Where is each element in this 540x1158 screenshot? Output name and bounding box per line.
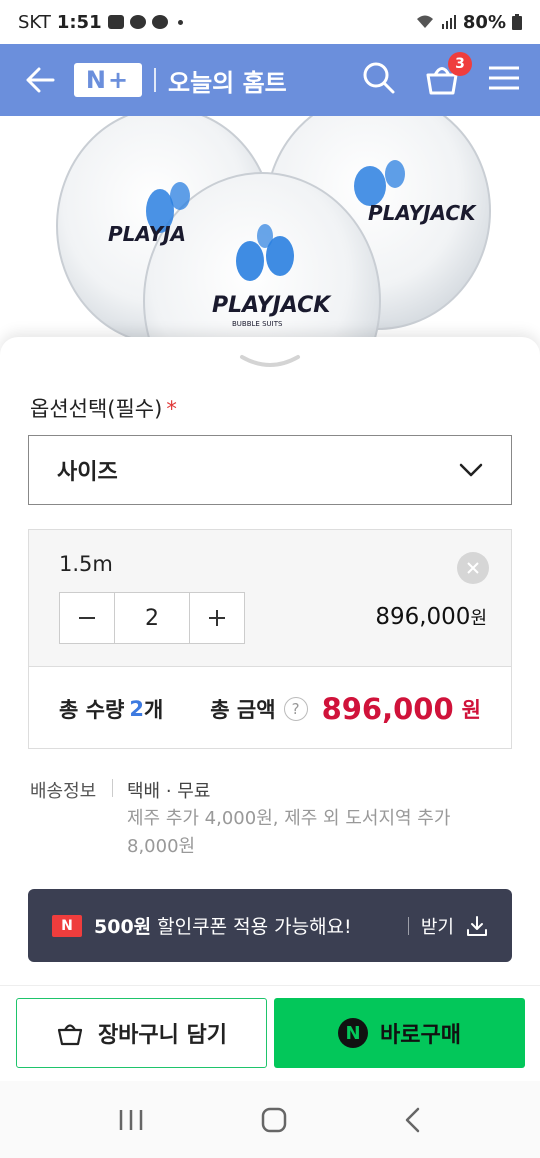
- app-header: N+ 오늘의 홈트 3: [0, 44, 540, 116]
- carrier-label: SKT: [18, 11, 51, 33]
- total-amount-label: 총 금액: [210, 697, 276, 722]
- app-notification-icon: [151, 15, 168, 29]
- size-select-value: 사이즈: [57, 460, 118, 485]
- cart-count-badge: 3: [448, 52, 472, 76]
- shipping-extra-fee: 제주 추가 4,000원, 제주 외 도서지역 추가 8,000원: [127, 808, 451, 857]
- store-title[interactable]: 오늘의 홈트: [168, 63, 287, 98]
- system-nav-bar: [0, 1081, 540, 1158]
- total-quantity-unit: 개: [144, 697, 164, 722]
- buy-now-button[interactable]: N 바로구매: [274, 998, 525, 1068]
- shopping-basket-icon: [57, 1024, 83, 1046]
- selected-option-card: 1.5m 2 896,000원 총 수량 2개 총 금액 ? 896,000 원: [28, 529, 512, 749]
- buy-now-label: 바로구매: [380, 1023, 461, 1048]
- selected-option-name: 1.5m: [59, 552, 113, 576]
- search-icon: [363, 62, 395, 94]
- quantity-stepper: 2: [59, 592, 245, 644]
- menu-button[interactable]: [488, 65, 520, 95]
- coupon-text: 할인쿠폰 적용 가능해요!: [157, 916, 352, 938]
- gallery-notification-icon: [107, 15, 124, 29]
- total-quantity-value: 2: [129, 696, 144, 721]
- add-to-cart-label: 장바구니 담기: [97, 1023, 228, 1048]
- arrow-left-icon: [26, 67, 55, 93]
- product-image: PLAYJA PLAYJACK PLAYJACK BUBBLE SUITS: [0, 116, 540, 356]
- quantity-value[interactable]: 2: [114, 593, 190, 643]
- decrease-quantity-button[interactable]: [60, 593, 114, 643]
- selected-option-row: 1.5m 2 896,000원: [29, 530, 511, 667]
- total-summary: 총 수량 2개 총 금액 ? 896,000 원: [29, 667, 511, 750]
- chevron-down-icon: [459, 463, 483, 477]
- naver-plus-logo[interactable]: N+: [74, 63, 142, 97]
- naver-coupon-icon: N: [52, 914, 82, 937]
- chevron-down-icon: [240, 355, 300, 367]
- download-icon[interactable]: [466, 915, 488, 937]
- chat-notification-icon: [129, 15, 146, 29]
- coupon-amount: 500원: [94, 916, 152, 938]
- status-bar: SKT 1:51 80%: [0, 0, 540, 44]
- back-button[interactable]: [20, 60, 60, 100]
- coupon-divider: [407, 916, 409, 935]
- close-icon: [467, 562, 479, 574]
- brand-subtext: BUBBLE SUITS: [232, 320, 283, 328]
- minus-icon: [79, 617, 95, 619]
- option-price-unit: 원: [470, 608, 487, 629]
- total-quantity-label: 총 수량: [59, 697, 125, 722]
- wifi-icon: [416, 15, 433, 28]
- help-icon[interactable]: ?: [283, 696, 308, 721]
- increase-quantity-button[interactable]: [190, 593, 244, 643]
- header-divider: [154, 68, 156, 92]
- svg-text:PLAYJACK: PLAYJACK: [212, 293, 332, 318]
- svg-text:PLAYJA: PLAYJA: [108, 222, 186, 246]
- back-nav-icon[interactable]: [403, 1106, 423, 1134]
- signal-icon: [441, 15, 456, 29]
- total-amount-unit: 원: [461, 697, 481, 722]
- hamburger-menu-icon: [489, 66, 519, 90]
- shipping-info-label: 배송정보: [30, 781, 97, 802]
- action-bar: 장바구니 담기 N 바로구매: [0, 985, 540, 1081]
- remove-option-button[interactable]: [457, 552, 489, 584]
- required-mark: *: [166, 397, 177, 421]
- total-amount-value: 896,000: [321, 691, 454, 726]
- add-to-cart-button[interactable]: 장바구니 담기: [16, 998, 267, 1068]
- option-section-label: 옵션선택(필수) *: [30, 393, 177, 423]
- option-label-text: 옵션선택(필수): [30, 397, 163, 421]
- sheet-collapse-handle[interactable]: [238, 351, 302, 377]
- cart-button[interactable]: 3: [424, 52, 472, 98]
- plus-icon: [209, 610, 225, 626]
- coupon-receive-label[interactable]: 받기: [421, 913, 454, 939]
- shipping-method: 택배 · 무료: [127, 781, 211, 802]
- shipping-divider: [112, 779, 113, 797]
- brand-logo-text: PLAYJACK: [368, 201, 477, 225]
- clock: 1:51: [56, 11, 102, 33]
- naver-pay-icon: N: [338, 1018, 369, 1048]
- recent-apps-icon[interactable]: [117, 1107, 145, 1133]
- battery-percent: 80%: [462, 11, 506, 33]
- home-icon[interactable]: [260, 1106, 288, 1134]
- search-button[interactable]: [362, 61, 396, 99]
- battery-icon: [512, 14, 522, 30]
- option-price-value: 896,000: [375, 604, 471, 630]
- size-select[interactable]: 사이즈: [28, 435, 512, 505]
- bubble-suits-illustration: PLAYJA PLAYJACK PLAYJACK BUBBLE SUITS: [56, 116, 491, 356]
- coupon-banner[interactable]: N 500원 할인쿠폰 적용 가능해요! 받기: [28, 889, 512, 962]
- more-notifications-icon: [177, 19, 183, 25]
- purchase-sheet: 옵션선택(필수) * 사이즈 1.5m 2 896,000원 총 수량 2 개 …: [0, 337, 540, 987]
- option-price: 896,000원: [375, 604, 487, 630]
